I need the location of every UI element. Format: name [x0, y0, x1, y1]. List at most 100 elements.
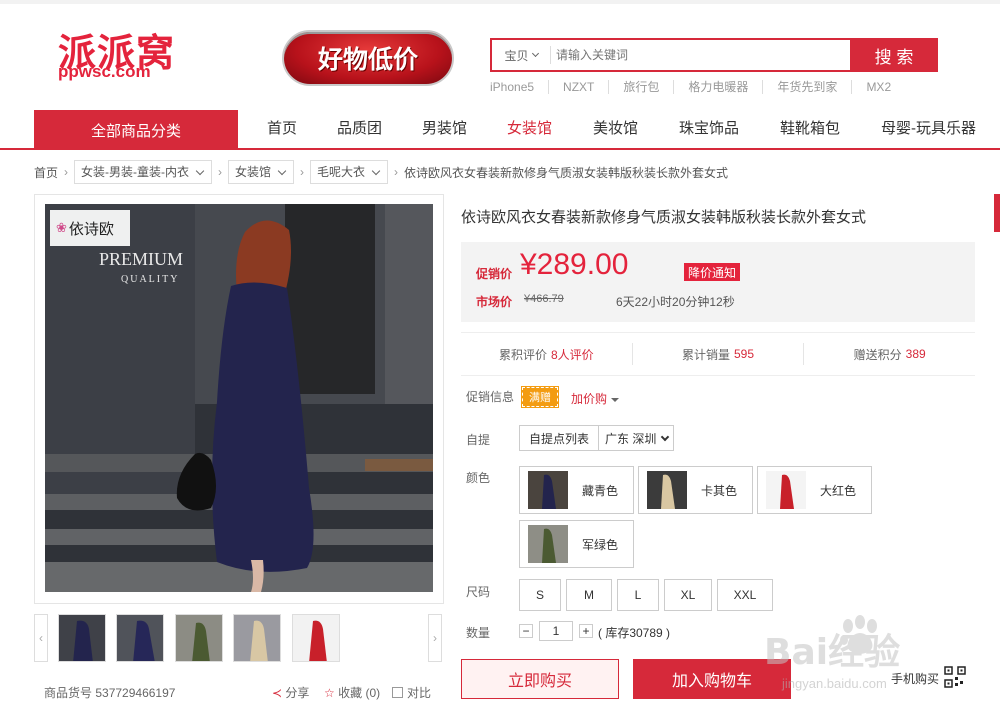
color-option-army-green[interactable]: 军绿色 [519, 520, 634, 568]
size-option-xl[interactable]: XL [664, 579, 712, 611]
promo-banner-text: 好物低价 [317, 45, 418, 74]
top-strip [0, 0, 1000, 4]
stat-value: 389 [905, 347, 926, 361]
thumb-next-button[interactable]: › [428, 614, 442, 662]
hotword-link[interactable]: 旅行包 [608, 80, 673, 94]
stat-points: 赠送积分 389 [803, 343, 975, 365]
baidu-jingyan-watermark: Bai经验 jingyan.baidu.com [764, 615, 900, 691]
quantity-decrease-button[interactable]: − [519, 624, 533, 638]
compare-label: 对比 [407, 686, 432, 700]
nav-item-shoes-bags[interactable]: 鞋靴箱包 [780, 110, 840, 148]
image-text-quality: QUALITY [121, 274, 179, 285]
chevron-right-icon: › [300, 165, 305, 179]
stat-reviews[interactable]: 累积评价 8人评价 [461, 343, 632, 365]
thumbnail-image [59, 615, 105, 661]
chevron-down-icon [531, 49, 539, 58]
search-input[interactable] [556, 40, 846, 70]
stat-label: 赠送积分 [853, 347, 902, 362]
market-price: ¥466.79 [524, 293, 564, 305]
stat-sales: 累计销量 595 [631, 343, 804, 365]
thumbnail[interactable] [116, 614, 164, 662]
qr-code-icon[interactable] [944, 666, 966, 688]
thumbnail[interactable] [233, 614, 281, 662]
promo-price-label: 促销价 [476, 267, 513, 281]
model-photo: PREMIUM QUALITY [45, 204, 433, 592]
quantity-input[interactable]: 1 [539, 621, 573, 641]
nav-item-womenswear[interactable]: 女装馆 [507, 110, 552, 148]
item-number-value: 537729466197 [95, 686, 176, 700]
size-option-s[interactable]: S [519, 579, 561, 611]
side-toolbar-edge[interactable] [994, 194, 1000, 232]
quantity-increase-button[interactable]: + [579, 624, 593, 638]
hotword-link[interactable]: 年货先到家 [762, 80, 851, 94]
checkbox-icon [392, 687, 403, 698]
search-category-select[interactable]: 宝贝 [494, 40, 550, 70]
color-option-navy[interactable]: 藏青色 [519, 466, 634, 514]
gift-promo-tag[interactable]: 满赠 [521, 386, 559, 408]
thumbnail[interactable] [175, 614, 223, 662]
color-option-label: 藏青色 [582, 483, 619, 498]
nav-item-menswear[interactable]: 男装馆 [422, 110, 467, 148]
pickup-city-select[interactable]: 广东 深圳 [598, 425, 674, 451]
thumbnail[interactable] [58, 614, 106, 662]
search-divider [550, 46, 551, 64]
breadcrumb-level-3[interactable]: 毛呢大衣 [310, 160, 389, 184]
nav-item-quality-group[interactable]: 品质团 [337, 110, 382, 148]
add-price-buy-dropdown[interactable]: 加价购 [571, 390, 620, 407]
color-option-khaki[interactable]: 卡其色 [638, 466, 753, 514]
size-option-xxl[interactable]: XXL [717, 579, 773, 611]
size-label: 尺码 [466, 585, 491, 599]
buy-now-button[interactable]: 立即购买 [461, 659, 619, 699]
promo-banner[interactable]: 好物低价 [282, 30, 454, 86]
product-main-image[interactable]: PREMIUM QUALITY [45, 204, 433, 592]
item-number-label: 商品货号 [44, 686, 93, 700]
hotword-link[interactable]: MX2 [851, 80, 905, 94]
chevron-right-icon: › [394, 165, 399, 179]
breadcrumb-level-1[interactable]: 女装-男装-童装-内衣 [74, 160, 213, 184]
color-option-label: 大红色 [820, 483, 857, 498]
favorite-label: 收藏 (0) [338, 686, 381, 700]
size-option-l[interactable]: L [617, 579, 659, 611]
mobile-buy-link[interactable]: 手机购买 [891, 670, 939, 687]
nav-item-baby-toys[interactable]: 母婴-玩具乐器 [881, 110, 976, 148]
size-option-m[interactable]: M [566, 579, 612, 611]
share-label: 分享 [285, 686, 310, 700]
thumbnail-image [234, 615, 280, 661]
thumbnail[interactable] [292, 614, 340, 662]
favorite-button[interactable]: ☆ 收藏 (0) [324, 684, 380, 701]
watermark-logo: Bai经验 [764, 632, 900, 673]
thumb-prev-button[interactable]: ‹ [34, 614, 48, 662]
hotword-link[interactable]: 格力电暖器 [673, 80, 762, 94]
all-categories-button[interactable]: 全部商品分类 [34, 110, 238, 150]
search-button[interactable]: 搜 索 [850, 38, 938, 72]
breadcrumb: 首页 › 女装-男装-童装-内衣 › 女装馆 › 毛呢大衣 › 依诗欧风衣女春装… [34, 160, 728, 184]
breadcrumb-level-2[interactable]: 女装馆 [228, 160, 295, 184]
item-number: 商品货号 537729466197 [44, 684, 175, 701]
image-text-premium: PREMIUM [99, 249, 183, 269]
color-swatch-image [647, 471, 687, 509]
nav-item-jewelry[interactable]: 珠宝饰品 [679, 110, 739, 148]
brand-tag: ❀ 依诗欧 [50, 210, 130, 246]
site-domain[interactable]: ppwsc.com [58, 62, 151, 82]
breadcrumb-home[interactable]: 首页 [34, 164, 58, 181]
nav-item-home[interactable]: 首页 [267, 110, 297, 148]
share-button[interactable]: ≺ 分享 [272, 684, 309, 701]
compare-checkbox[interactable]: 对比 [392, 684, 431, 701]
color-option-label: 卡其色 [701, 483, 738, 498]
thumbnail-image [176, 615, 222, 661]
nav-item-beauty[interactable]: 美妆馆 [593, 110, 638, 148]
nav-underline [0, 148, 1000, 150]
breadcrumb-level-label: 女装-男装-童装-内衣 [81, 165, 190, 179]
hotword-link[interactable]: iPhone5 [490, 80, 548, 94]
stat-value: 595 [734, 347, 755, 361]
chevron-right-icon: › [218, 165, 223, 179]
pickup-list-button[interactable]: 自提点列表 [519, 425, 599, 451]
chevron-down-icon [661, 432, 670, 441]
chevron-down-icon [195, 166, 205, 175]
butterfly-icon: ❀ [56, 220, 67, 235]
price-drop-notify-button[interactable]: 降价通知 [684, 263, 740, 281]
pickup-city-value: 广东 深圳 [605, 431, 657, 446]
pickup-label: 自提 [466, 433, 491, 447]
hotword-link[interactable]: NZXT [548, 80, 608, 94]
color-option-red[interactable]: 大红色 [757, 466, 872, 514]
